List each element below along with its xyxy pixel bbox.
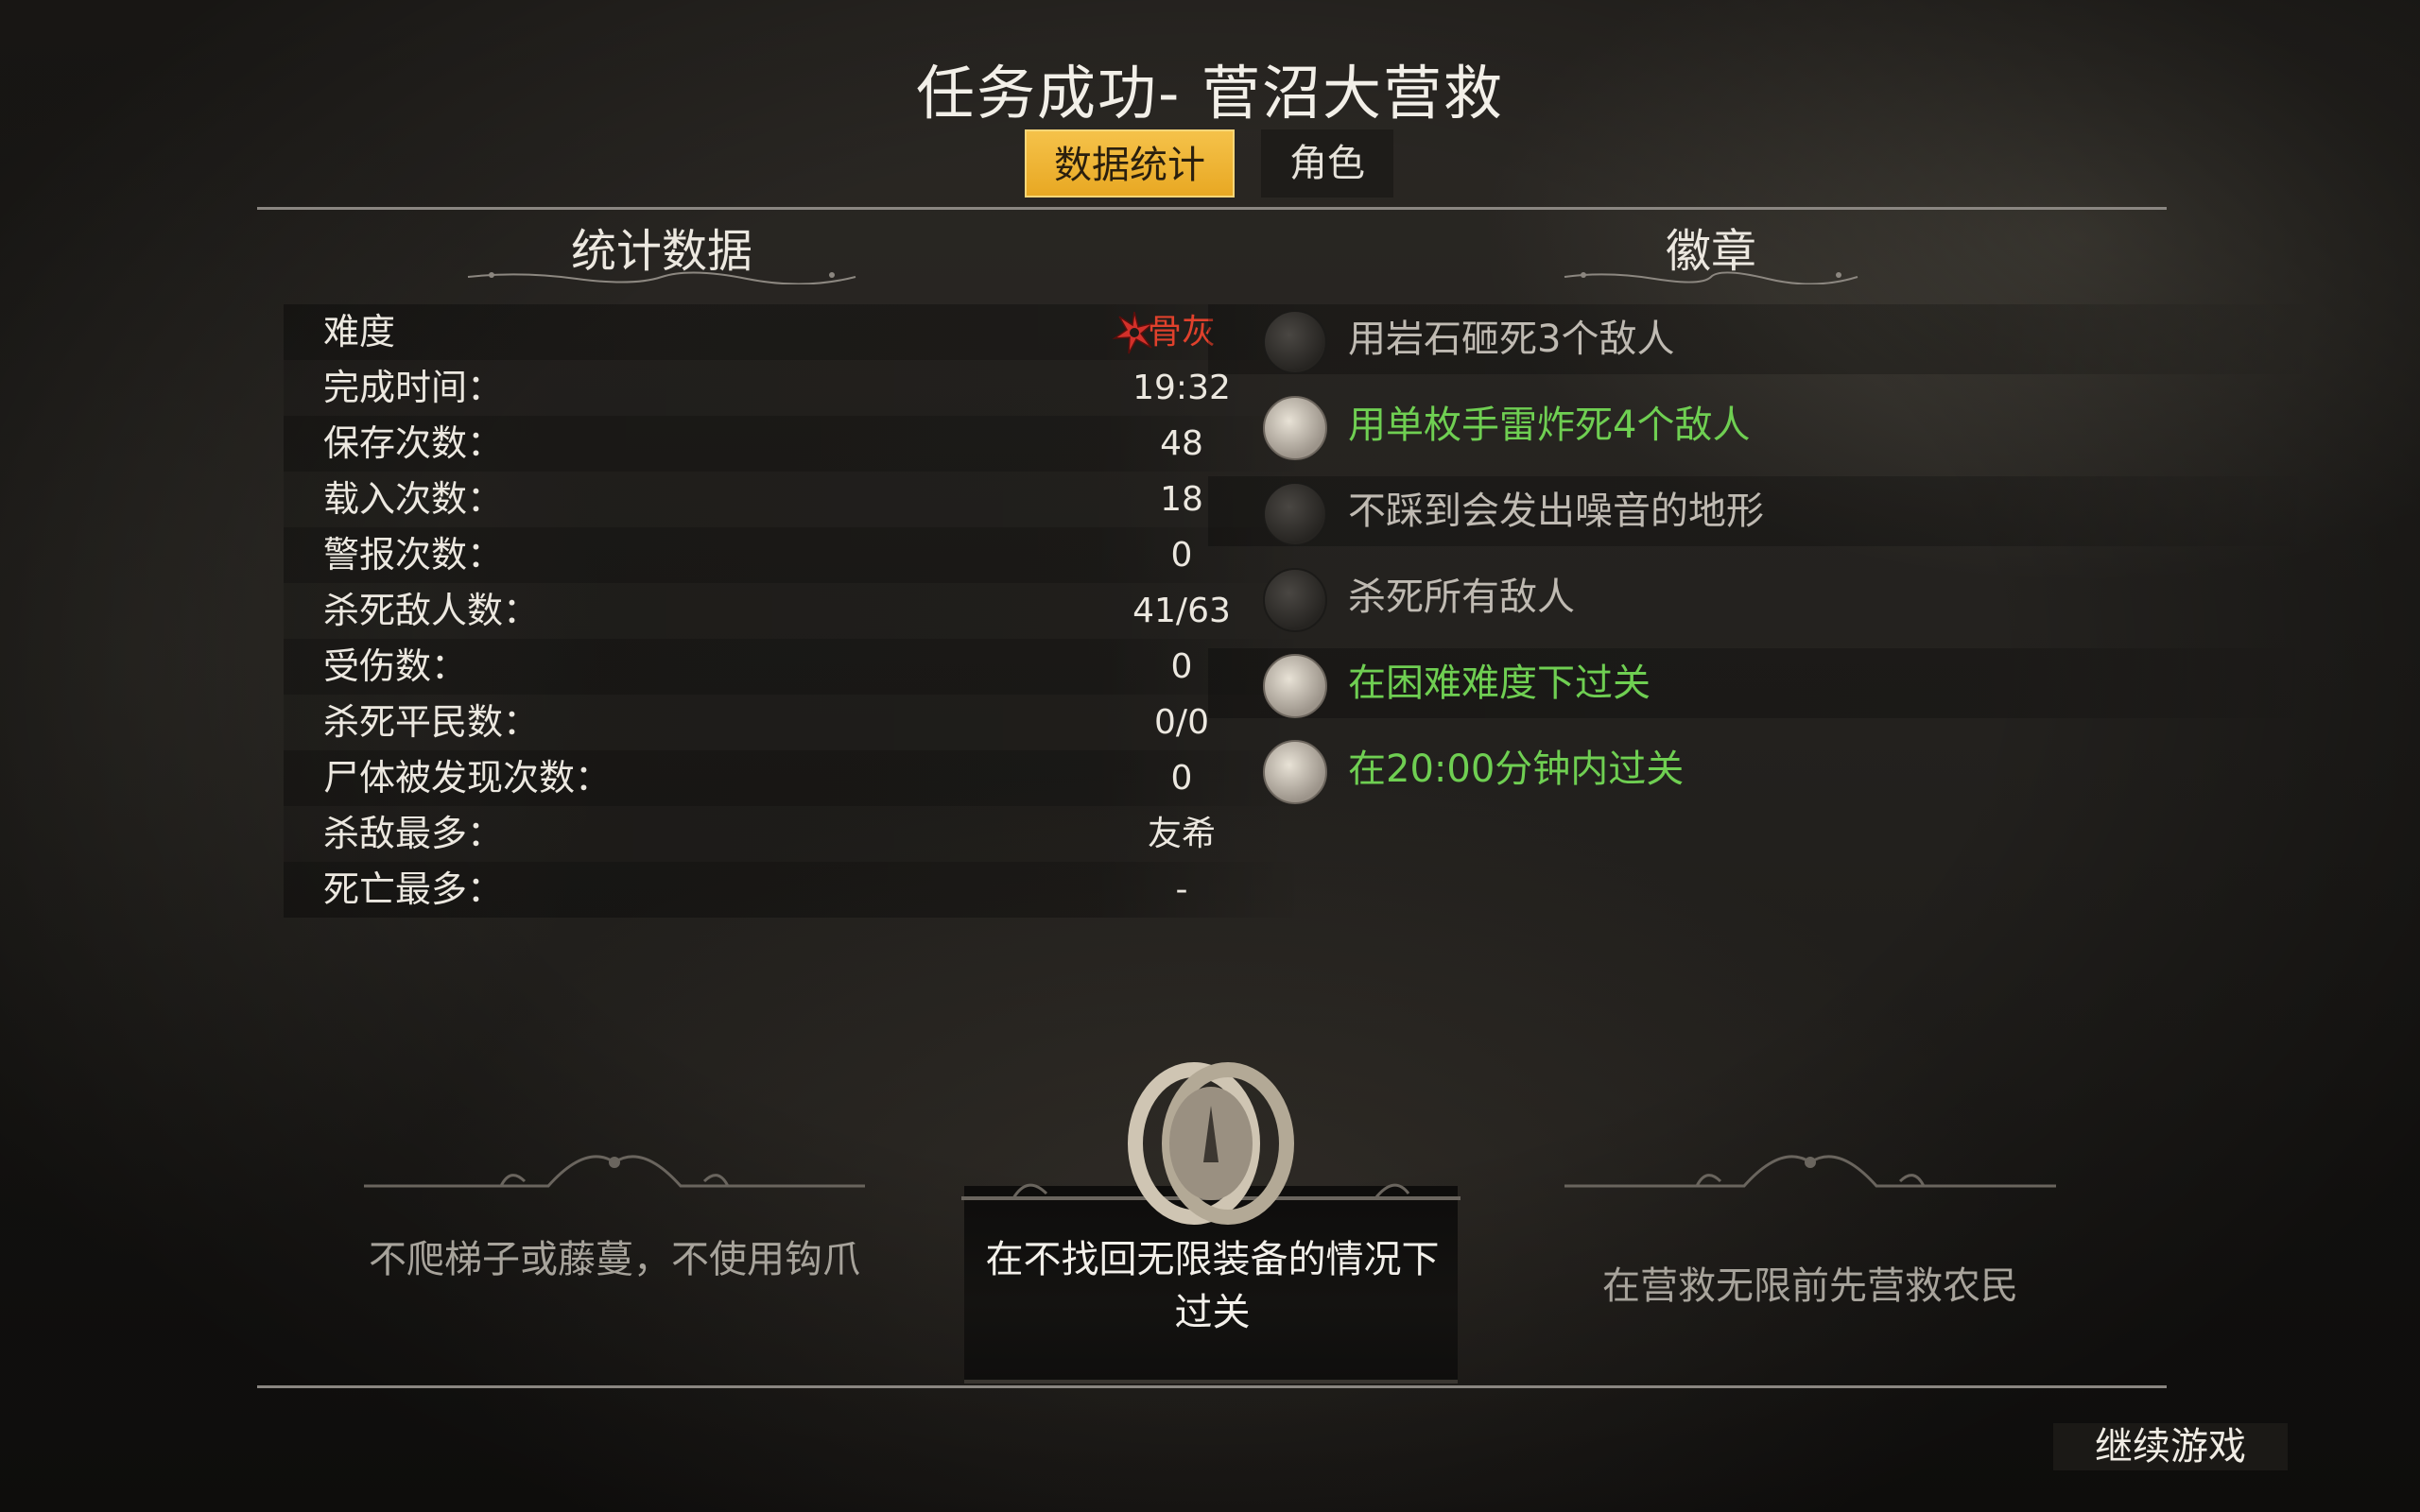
stat-row: 保存次数： 48 (284, 416, 1305, 472)
challenge-medal-icon (1128, 1062, 1294, 1225)
stat-row-difficulty: 难度 骨灰 (284, 304, 1305, 360)
badge-medallion-icon (1263, 396, 1327, 460)
stat-label: 载入次数： (323, 478, 504, 520)
stat-row: 杀敌最多： 友希 (284, 806, 1305, 862)
challenge-left: 不爬梯子或藤蔓，不使用钩爪 (369, 1238, 860, 1281)
right-panel-ornament (1564, 1155, 2056, 1188)
stat-label: 死亡最多： (323, 868, 504, 910)
badge-item[interactable]: 用岩石砸死3个敌人 (1208, 304, 2324, 374)
stat-value: - (1175, 870, 1188, 909)
tab-characters[interactable]: 角色 (1261, 129, 1393, 198)
badge-text: 用岩石砸死3个敌人 (1348, 318, 1675, 361)
badge-medallion-icon (1263, 482, 1327, 546)
badge-text: 在困难难度下过关 (1348, 662, 1651, 705)
top-divider (257, 207, 2167, 210)
continue-button[interactable]: 继续游戏 (2053, 1423, 2288, 1470)
badge-item[interactable]: 不踩到会发出噪音的地形 (1208, 476, 2324, 546)
badge-medallion-icon (1263, 740, 1327, 804)
stat-label: 警报次数： (323, 534, 504, 576)
bottom-divider (257, 1385, 2167, 1388)
stat-row: 警报次数： 0 (284, 527, 1305, 583)
stat-label: 杀敌最多： (323, 813, 504, 854)
badge-item[interactable]: 在困难难度下过关 (1208, 648, 2324, 718)
stat-label: 受伤数： (323, 645, 468, 687)
badge-medallion-icon (1263, 310, 1327, 374)
stat-label: 难度 (323, 311, 396, 352)
stat-row: 受伤数： 0 (284, 639, 1305, 695)
stat-label: 保存次数： (323, 422, 504, 464)
stats-heading-flourish (467, 271, 856, 284)
tab-statistics[interactable]: 数据统计 (1025, 129, 1235, 198)
left-panel-ornament (364, 1155, 865, 1188)
stat-label: 完成时间： (323, 367, 504, 408)
stat-row: 载入次数： 18 (284, 472, 1305, 527)
stats-table: 难度 骨灰 完成时间： 19:32 保存次数： 48 载入次数： 18 警报次数… (284, 304, 1305, 918)
challenge-middle: 在不找回无限装备的情况下过关 (985, 1238, 1440, 1334)
badge-text: 在20:00分钟内过关 (1348, 747, 1685, 791)
stat-row: 死亡最多： - (284, 862, 1305, 918)
page-title: 任务成功- 菅沼大营救 (915, 59, 1505, 128)
stat-label: 杀死平民数： (323, 701, 540, 743)
badge-item[interactable]: 在20:00分钟内过关 (1208, 734, 2324, 804)
badge-text: 杀死所有敌人 (1348, 576, 1575, 619)
stat-label: 杀死敌人数： (323, 590, 540, 631)
badge-item[interactable]: 用单枚手雷炸死4个敌人 (1208, 390, 2324, 460)
badge-item[interactable]: 杀死所有敌人 (1208, 562, 2324, 632)
stat-row: 完成时间： 19:32 (284, 360, 1305, 416)
badges-list: 用岩石砸死3个敌人 用单枚手雷炸死4个敌人 不踩到会发出噪音的地形 杀死所有敌人… (1208, 304, 2324, 820)
stat-row: 杀死敌人数： 41/63 (284, 583, 1305, 639)
badge-medallion-icon (1263, 654, 1327, 718)
badge-text: 不踩到会发出噪音的地形 (1348, 490, 1764, 533)
stat-row: 尸体被发现次数： 0 (284, 750, 1305, 806)
stat-label: 尸体被发现次数： (323, 757, 612, 799)
badge-medallion-icon (1263, 568, 1327, 632)
badge-text: 用单枚手雷炸死4个敌人 (1348, 404, 1751, 447)
stat-row: 杀死平民数： 0/0 (284, 695, 1305, 750)
badges-heading-flourish (1564, 271, 1858, 284)
challenge-right: 在营救无限前先营救农民 (1602, 1264, 2018, 1308)
